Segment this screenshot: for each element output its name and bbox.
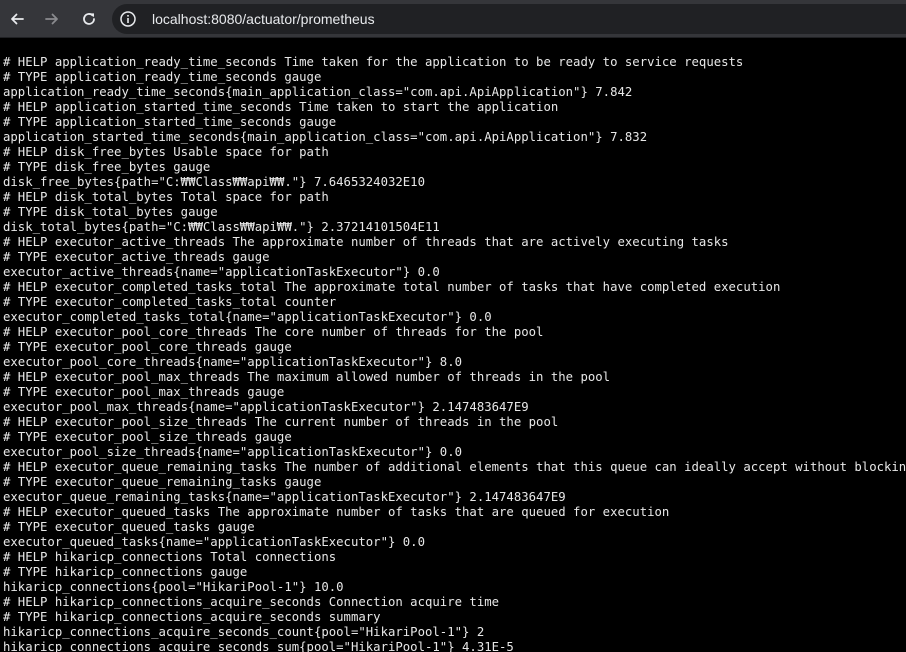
url-text: localhost:8080/actuator/prometheus	[152, 11, 375, 27]
metric-line: # TYPE hikaricp_connections_acquire_seco…	[3, 610, 381, 624]
metric-line: # TYPE executor_pool_core_threads gauge	[3, 340, 292, 354]
site-info-icon[interactable]	[116, 7, 140, 31]
address-bar[interactable]: localhost:8080/actuator/prometheus	[112, 4, 906, 34]
metric-line: application_started_time_seconds{main_ap…	[3, 130, 648, 144]
metric-line: # HELP executor_queue_remaining_tasks Th…	[3, 460, 906, 474]
reload-icon	[83, 13, 95, 25]
metric-line: # HELP hikaricp_connections_acquire_seco…	[3, 595, 500, 609]
metric-line: # HELP executor_active_threads The appro…	[3, 235, 729, 249]
metric-line: executor_active_threads{name="applicatio…	[3, 265, 440, 279]
metric-line: # HELP executor_completed_tasks_total Th…	[3, 280, 781, 294]
metric-line: # TYPE application_ready_time_seconds ga…	[3, 70, 322, 84]
arrow-left-icon	[11, 13, 24, 25]
metric-line: # TYPE executor_pool_max_threads gauge	[3, 385, 285, 399]
metric-line: hikaricp_connections_acquire_seconds_sum…	[3, 640, 514, 652]
reload-button[interactable]	[74, 4, 104, 34]
metric-line: # HELP application_started_time_seconds …	[3, 100, 559, 114]
metric-line: # TYPE application_started_time_seconds …	[3, 115, 337, 129]
metric-line: executor_pool_size_threads{name="applica…	[3, 445, 463, 459]
metric-line: # HELP disk_free_bytes Usable space for …	[3, 145, 329, 159]
metric-line: hikaricp_connections_acquire_seconds_cou…	[3, 625, 485, 639]
arrow-right-icon	[45, 13, 58, 25]
metric-line: # TYPE hikaricp_connections gauge	[3, 565, 248, 579]
metric-line: # HELP executor_pool_max_threads The max…	[3, 370, 611, 384]
forward-button[interactable]	[37, 4, 67, 34]
metric-line: executor_pool_max_threads{name="applicat…	[3, 400, 529, 414]
metric-line: # HELP disk_total_bytes Total space for …	[3, 190, 329, 204]
metric-line: # TYPE disk_total_bytes gauge	[3, 205, 218, 219]
metric-line: # HELP application_ready_time_seconds Ti…	[3, 55, 744, 69]
metric-line: # HELP executor_pool_core_threads The co…	[3, 325, 544, 339]
metric-line: # TYPE executor_queued_tasks gauge	[3, 520, 255, 534]
metric-line: application_ready_time_seconds{main_appl…	[3, 85, 633, 99]
back-button[interactable]	[2, 4, 32, 34]
metric-line: # TYPE executor_pool_size_threads gauge	[3, 430, 292, 444]
metric-line: # HELP hikaricp_connections Total connec…	[3, 550, 337, 564]
browser-toolbar: localhost:8080/actuator/prometheus	[0, 0, 906, 38]
metric-line: executor_completed_tasks_total{name="app…	[3, 310, 492, 324]
metric-line: # HELP executor_pool_size_threads The cu…	[3, 415, 559, 429]
metric-line: executor_pool_core_threads{name="applica…	[3, 355, 463, 369]
metric-line: # TYPE executor_active_threads gauge	[3, 250, 270, 264]
info-icon	[120, 11, 136, 27]
page-content: # HELP application_ready_time_seconds Ti…	[0, 38, 906, 652]
metric-line: # TYPE executor_queue_remaining_tasks ga…	[3, 475, 322, 489]
metric-line: # HELP executor_queued_tasks The approxi…	[3, 505, 670, 519]
metric-line: executor_queue_remaining_tasks{name="app…	[3, 490, 566, 504]
metric-line: # TYPE disk_free_bytes gauge	[3, 160, 211, 174]
metric-line: hikaricp_connections{pool="HikariPool-1"…	[3, 580, 344, 594]
metric-line: executor_queued_tasks{name="applicationT…	[3, 535, 425, 549]
metric-line: disk_free_bytes{path="C:₩₩Class₩₩api₩₩."…	[3, 175, 425, 189]
metric-line: disk_total_bytes{path="C:₩₩Class₩₩api₩₩.…	[3, 220, 440, 234]
metric-line: # TYPE executor_completed_tasks_total co…	[3, 295, 337, 309]
metrics-text: # HELP application_ready_time_seconds Ti…	[0, 38, 906, 652]
